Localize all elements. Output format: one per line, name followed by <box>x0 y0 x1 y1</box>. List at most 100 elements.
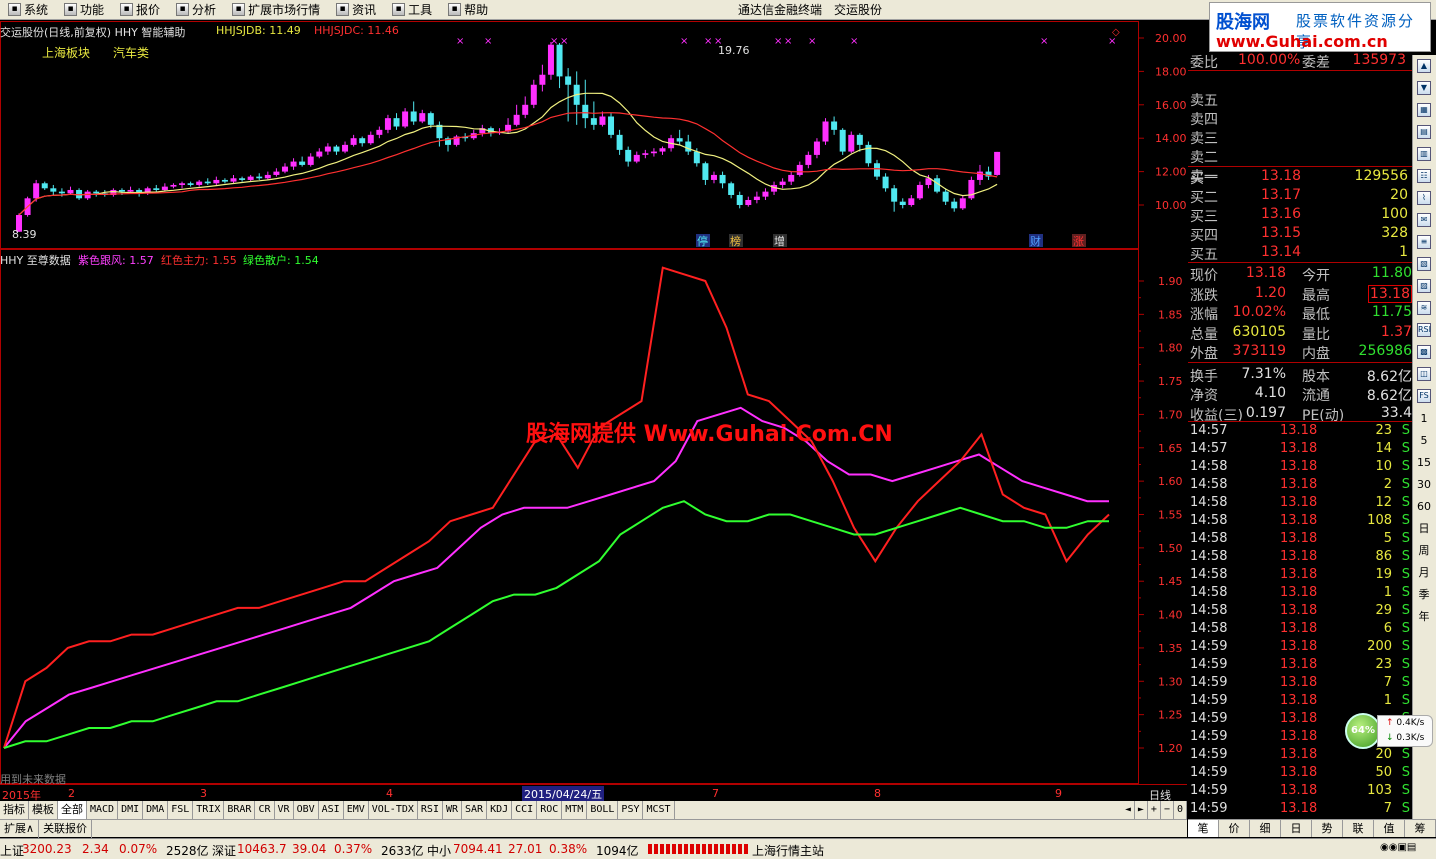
indicator-tab[interactable]: BOLL <box>587 801 619 819</box>
scroll-button[interactable]: − <box>1161 801 1174 819</box>
indicator-tab[interactable]: 指标 <box>0 801 29 819</box>
menu-quote[interactable]: ▪ 报价 <box>112 0 168 20</box>
toolbar-button[interactable]: 季 <box>1413 583 1435 605</box>
sector-label[interactable]: 上海板块 <box>42 44 90 61</box>
scroll-button[interactable]: + <box>1148 801 1161 819</box>
indicator-tab[interactable]: EMV <box>344 801 369 819</box>
indicator-tab[interactable]: DMI <box>118 801 144 819</box>
indicator-tab[interactable]: RSI <box>418 801 443 819</box>
sh-index-label[interactable]: 上证 <box>0 842 24 859</box>
indicator-tab[interactable]: ROC <box>537 801 563 819</box>
toolbar-button[interactable]: 周 <box>1413 539 1435 561</box>
toolbar-button[interactable]: ▲ <box>1413 55 1435 77</box>
toolbar-button[interactable]: 1 <box>1413 407 1435 429</box>
menu-ext-market[interactable]: ▪ 扩展市场行情 <box>224 0 328 20</box>
indicator-tab[interactable]: FSL <box>168 801 194 819</box>
sz-index-label[interactable]: 深证 <box>212 842 236 859</box>
indicator-tab[interactable]: 模板 <box>29 801 58 819</box>
industry-label[interactable]: 汽车类 <box>113 44 149 61</box>
menu-analysis[interactable]: ▪ 分析 <box>168 0 224 20</box>
indicator-tab[interactable]: VOL-TDX <box>369 801 418 819</box>
menu-news[interactable]: ▪ 资讯 <box>328 0 384 20</box>
toolbar-button[interactable]: ▼ <box>1413 77 1435 99</box>
indicator-tab[interactable]: PSY <box>618 801 644 819</box>
indicator-tab[interactable]: SAR <box>462 801 488 819</box>
indicator-tab[interactable]: DMA <box>143 801 169 819</box>
indicator-tab[interactable]: MACD <box>87 801 119 819</box>
toolbar-button[interactable]: 日 <box>1413 517 1435 539</box>
toolbar-button[interactable]: ▥ <box>1413 143 1435 165</box>
toolbar-button[interactable]: ▨ <box>1413 275 1435 297</box>
indicator-tab[interactable]: WR <box>443 801 463 819</box>
chart-area[interactable]: 20.00 18.00 16.00 14.00 12.00 10.00 × × × × × × × × × ×… <box>0 21 1187 801</box>
toolbar-button[interactable]: ◫ <box>1413 363 1435 385</box>
toolbar-button[interactable]: RSI <box>1413 319 1435 341</box>
toolbar-button[interactable]: 月 <box>1413 561 1435 583</box>
zx-index-label[interactable]: 中小 <box>427 842 451 859</box>
toolbar-button[interactable]: FS <box>1413 385 1435 407</box>
weicha-label: 委差 <box>1302 55 1330 71</box>
scroll-button[interactable]: 0 <box>1174 801 1187 819</box>
toolbar-button[interactable]: ▤ <box>1413 121 1435 143</box>
toolbar-button[interactable]: 30 <box>1413 473 1435 495</box>
quote-tab[interactable]: 筹 <box>1405 820 1436 837</box>
toolbar-button[interactable]: ▩ <box>1413 341 1435 363</box>
tab-related-quote[interactable]: 关联报价 <box>39 819 93 838</box>
indicator-tab[interactable]: OBV <box>294 801 319 819</box>
menu-system[interactable]: ▪ 系统 <box>0 0 56 20</box>
network-speed-widget[interactable]: 64% ↑ 0.4K/s ↓ 0.3K/s <box>1345 713 1435 753</box>
indicator-tab[interactable]: MCST <box>643 801 675 819</box>
chart-canvas[interactable]: 20.0018.0016.0014.0012.0010.00× × × × × × × × × ×… <box>0 21 1187 784</box>
toolbar-button[interactable]: ▦ <box>1413 99 1435 121</box>
toolbar-button[interactable]: 5 <box>1413 429 1435 451</box>
candle-body <box>650 151 657 154</box>
toolbar-button[interactable]: ≡ <box>1413 231 1435 253</box>
stat-row: 涨幅 10.02% 最低 11.75 <box>1188 303 1412 323</box>
candle-body <box>848 134 855 152</box>
indicator-tab[interactable]: 全部 <box>58 801 87 819</box>
tick-side: S <box>1401 477 1410 492</box>
toolbar-button[interactable]: ▧ <box>1413 253 1435 275</box>
quote-tab[interactable]: 势 <box>1312 820 1343 837</box>
indicator-tab[interactable]: ASI <box>319 801 344 819</box>
tab-extend[interactable]: 扩展∧ <box>0 819 40 838</box>
indicator-tab[interactable]: VR <box>275 801 294 819</box>
indicator-tab[interactable]: MTM <box>562 801 588 819</box>
server-name[interactable]: 上海行情主站 <box>752 842 824 859</box>
buy-level-row: 买一 13.18 129556 <box>1188 167 1412 187</box>
hhsjdc-label: HHJSJDC: 11.46 <box>314 24 399 37</box>
price-tick-label: 18.00 <box>1155 65 1187 78</box>
toolbar-button[interactable]: ≋ <box>1413 297 1435 319</box>
tick-side: S <box>1401 567 1410 582</box>
menu-help[interactable]: ▪ 帮助 <box>440 0 496 20</box>
scroll-button[interactable]: ► <box>1135 801 1148 819</box>
price-tick-label: 10.00 <box>1155 199 1187 212</box>
toolbar-button[interactable]: ⌇ <box>1413 187 1435 209</box>
indicator-tab[interactable]: KDJ <box>487 801 513 819</box>
toolbar-button[interactable]: ✉ <box>1413 209 1435 231</box>
quote-tab[interactable]: 细 <box>1250 820 1281 837</box>
quote-tab[interactable]: 日 <box>1281 820 1312 837</box>
quote-tab[interactable]: 值 <box>1374 820 1405 837</box>
sub-tick-label: 1.65 <box>1158 442 1183 455</box>
indicator-tab[interactable]: BRAR <box>224 801 256 819</box>
toolbar-button[interactable]: 60 <box>1413 495 1435 517</box>
quote-tab[interactable]: 联 <box>1343 820 1374 837</box>
sell-level-label: 卖二 <box>1190 150 1218 166</box>
quote-tab[interactable]: 笔 <box>1188 820 1219 837</box>
indicator-tab[interactable]: CR <box>255 801 275 819</box>
menu-function[interactable]: ▪ 功能 <box>56 0 112 20</box>
menu-tools[interactable]: ▪ 工具 <box>384 0 440 20</box>
toolbar-button[interactable]: ☷ <box>1413 165 1435 187</box>
tick-volume: 19 <box>1375 567 1392 582</box>
indicator-tab[interactable]: CCI <box>512 801 538 819</box>
candle-body <box>384 118 391 130</box>
sub-tick-label: 1.55 <box>1158 509 1183 522</box>
indicator-tab[interactable]: TRIX <box>193 801 225 819</box>
toolbar-button[interactable]: 15 <box>1413 451 1435 473</box>
toolbar-button[interactable]: 年 <box>1413 605 1435 627</box>
date-axis[interactable]: 2015年 2 3 4 2015/04/24/五 7 8 9 日线 <box>0 784 1187 802</box>
buy-level-volume: 129556 <box>1354 168 1408 184</box>
scroll-button[interactable]: ◄ <box>1122 801 1135 819</box>
quote-tab[interactable]: 价 <box>1219 820 1250 837</box>
